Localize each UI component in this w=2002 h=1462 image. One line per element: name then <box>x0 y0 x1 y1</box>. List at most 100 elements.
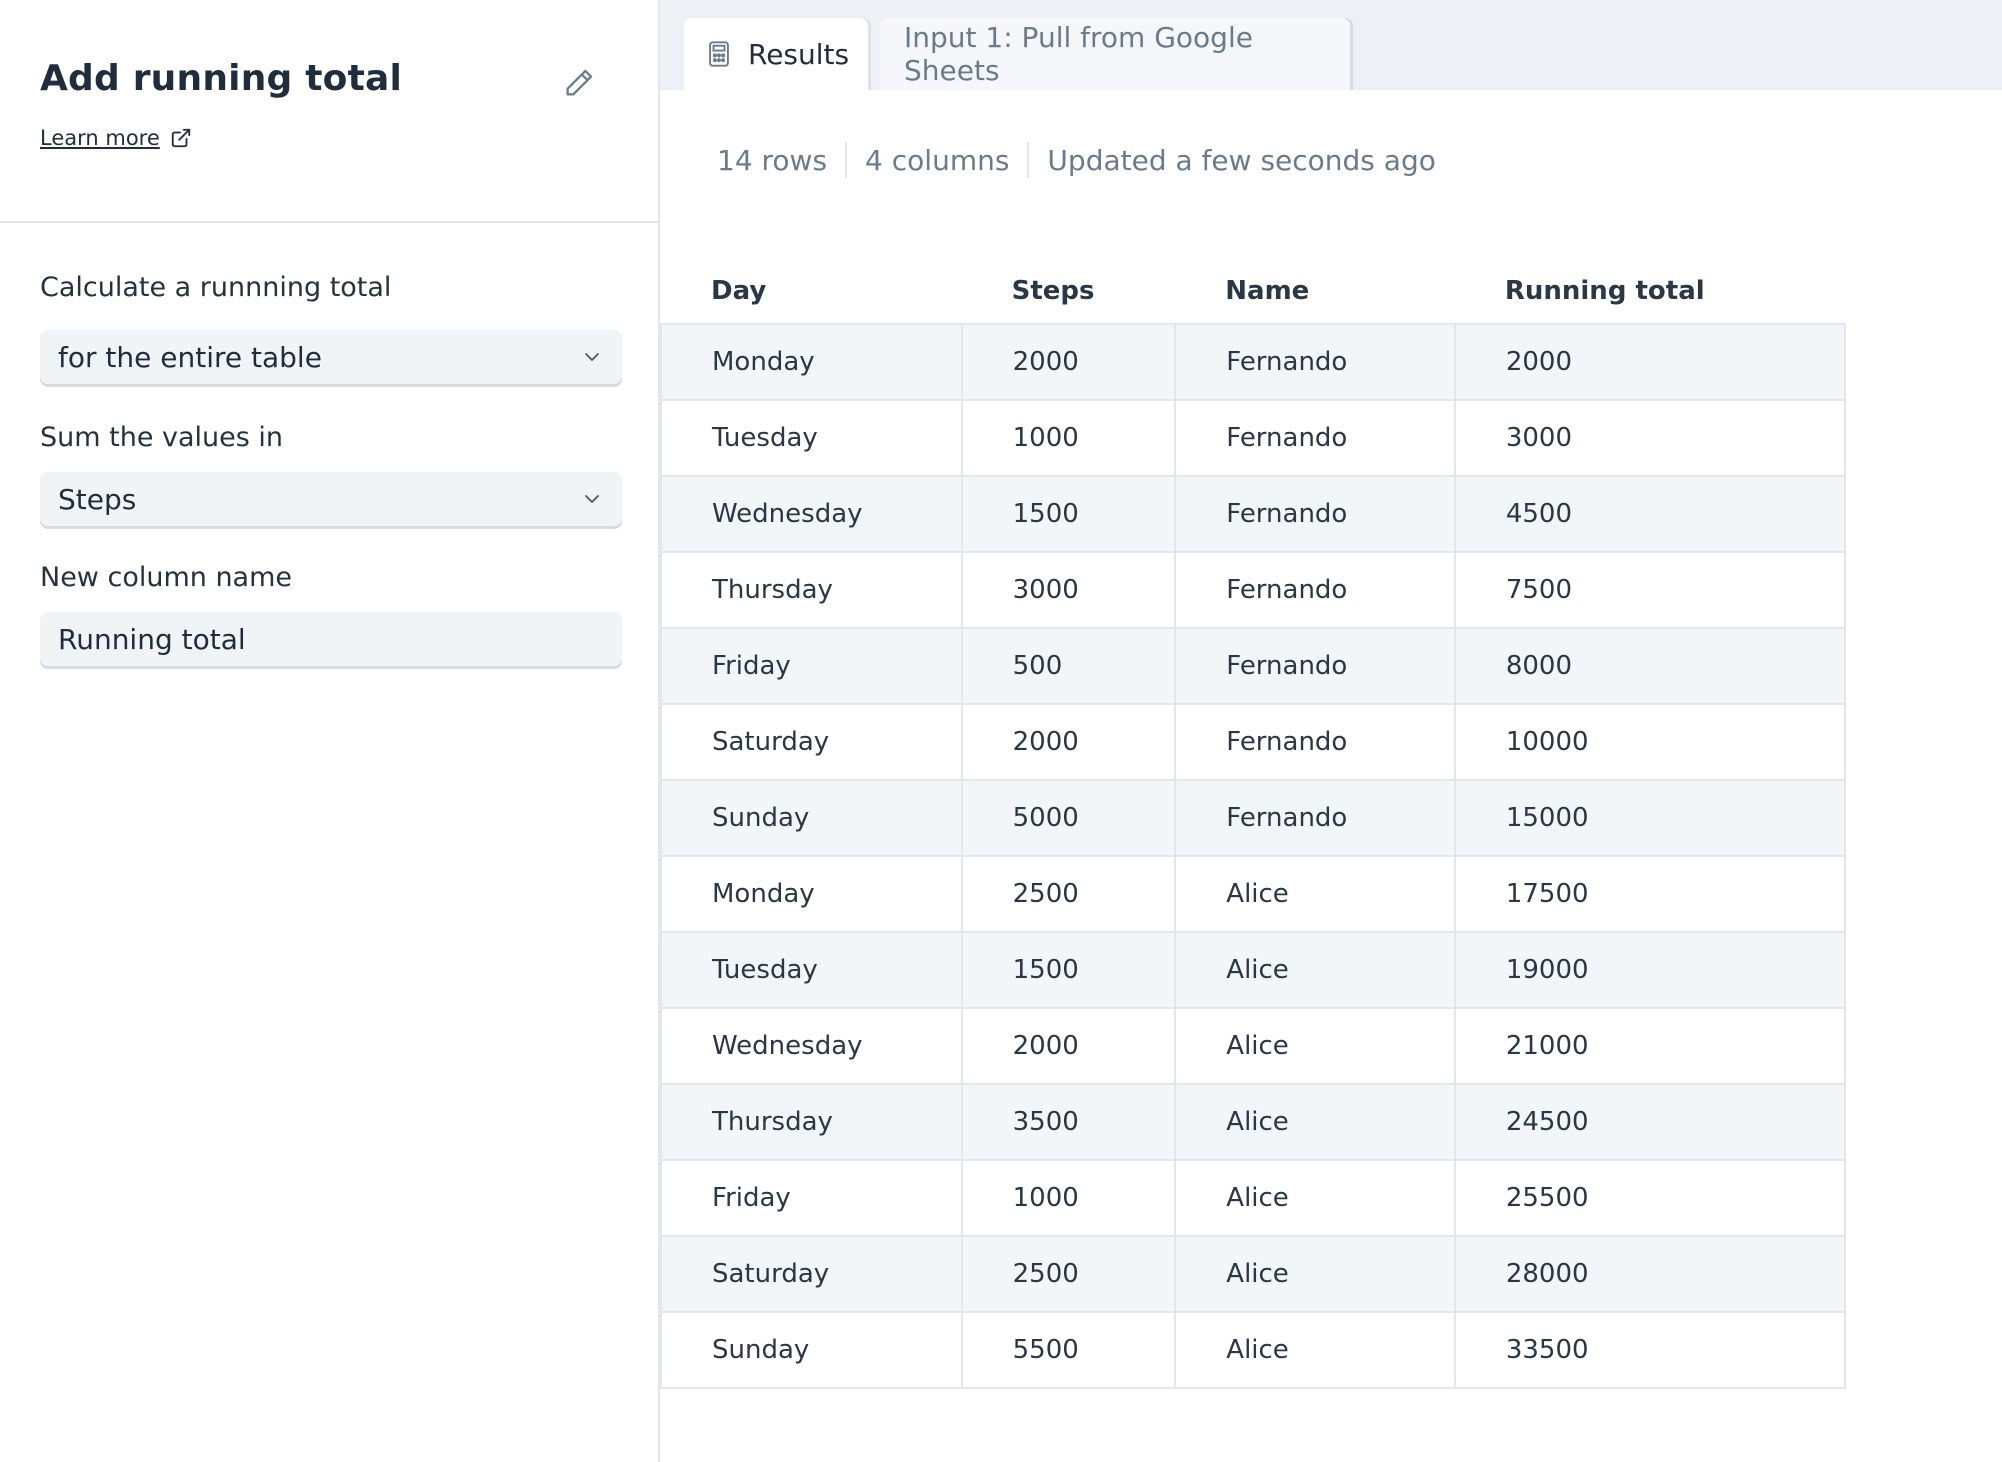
cell-steps[interactable]: 1500 <box>961 932 1177 1009</box>
updated-timestamp: Updated a few seconds ago <box>1047 143 1436 177</box>
step-config-panel: Add running total Learn more Calculate a… <box>0 0 660 1462</box>
cell-day[interactable]: Friday <box>660 1160 963 1237</box>
cell-day[interactable]: Wednesday <box>660 1008 963 1085</box>
cell-running-total[interactable]: 7500 <box>1454 552 1847 629</box>
cell-steps[interactable]: 5000 <box>961 780 1177 857</box>
calc-scope-select[interactable]: for the entire table <box>40 330 622 384</box>
cell-name[interactable]: Fernando <box>1175 476 1456 553</box>
cell-running-total[interactable]: 4500 <box>1454 476 1847 553</box>
cell-day[interactable]: Monday <box>660 856 963 933</box>
tab-input-1[interactable]: Input 1: Pull from Google Sheets <box>880 18 1350 90</box>
cell-day[interactable]: Saturday <box>660 704 963 781</box>
tab-input-1-label: Input 1: Pull from Google Sheets <box>904 21 1253 87</box>
cell-steps[interactable]: 500 <box>961 628 1177 705</box>
cell-name[interactable]: Alice <box>1175 1084 1456 1161</box>
cell-name[interactable]: Alice <box>1175 1160 1456 1237</box>
table-row: Tuesday 1500 Alice 19000 <box>660 932 1847 1009</box>
cell-day[interactable]: Thursday <box>660 552 963 629</box>
cell-steps[interactable]: 2000 <box>961 704 1177 781</box>
cell-steps[interactable]: 2000 <box>961 1008 1177 1085</box>
table-row: Friday 1000 Alice 25500 <box>660 1160 1847 1237</box>
cell-name[interactable]: Fernando <box>1175 628 1456 705</box>
new-column-name-input[interactable]: Running total <box>40 612 622 666</box>
cell-steps[interactable]: 2500 <box>961 1236 1177 1313</box>
cell-running-total[interactable]: 10000 <box>1454 704 1847 781</box>
calculator-icon <box>709 41 729 67</box>
status-divider <box>845 142 848 178</box>
results-area: Results Input 1: Pull from Google Sheets… <box>660 0 2002 1462</box>
cell-running-total[interactable]: 3000 <box>1454 400 1847 477</box>
cell-day[interactable]: Thursday <box>660 1084 963 1161</box>
cell-running-total[interactable]: 17500 <box>1454 856 1847 933</box>
cell-day[interactable]: Tuesday <box>660 400 963 477</box>
cell-steps[interactable]: 1500 <box>961 476 1177 553</box>
tab-results-label: Results <box>748 37 850 71</box>
calc-scope-value: for the entire table <box>58 340 322 374</box>
cell-steps[interactable]: 1000 <box>961 1160 1177 1237</box>
cell-day[interactable]: Tuesday <box>660 932 963 1009</box>
cell-day[interactable]: Sunday <box>660 780 963 857</box>
cell-day[interactable]: Saturday <box>660 1236 963 1313</box>
sum-column-value: Steps <box>58 482 137 516</box>
column-header-day[interactable]: Day <box>661 258 962 325</box>
cell-name[interactable]: Fernando <box>1175 780 1456 857</box>
column-count: 4 columns <box>865 143 1010 177</box>
learn-more-label: Learn more <box>40 126 160 150</box>
table-row: Wednesday 1500 Fernando 4500 <box>660 476 1847 553</box>
cell-running-total[interactable]: 25500 <box>1454 1160 1847 1237</box>
tab-results[interactable]: Results <box>684 18 868 90</box>
cell-day[interactable]: Friday <box>660 628 963 705</box>
cell-steps[interactable]: 2000 <box>961 324 1177 401</box>
cell-steps[interactable]: 3000 <box>961 552 1177 629</box>
cell-running-total[interactable]: 2000 <box>1454 324 1847 401</box>
cell-day[interactable]: Monday <box>660 324 963 401</box>
cell-running-total[interactable]: 15000 <box>1454 780 1847 857</box>
row-count: 14 rows <box>717 143 828 177</box>
table-row: Saturday 2000 Fernando 10000 <box>660 704 1847 781</box>
table-row: Wednesday 2000 Alice 21000 <box>660 1008 1847 1085</box>
cell-day[interactable]: Wednesday <box>660 476 963 553</box>
table-row: Sunday 5500 Alice 33500 <box>660 1312 1847 1389</box>
results-table: Day Steps Name Running total Monday 2000 F… <box>660 258 1847 1389</box>
cell-name[interactable]: Fernando <box>1175 324 1456 401</box>
cell-running-total[interactable]: 28000 <box>1454 1236 1847 1313</box>
chevron-down-icon <box>585 353 599 361</box>
cell-day[interactable]: Sunday <box>660 1312 963 1389</box>
cell-name[interactable]: Fernando <box>1175 400 1456 477</box>
table-row: Saturday 2500 Alice 28000 <box>660 1236 1847 1313</box>
table-row: Friday 500 Fernando 8000 <box>660 628 1847 705</box>
column-header-running-total[interactable]: Running total <box>1454 258 1845 325</box>
table-row: Thursday 3500 Alice 24500 <box>660 1084 1847 1161</box>
cell-steps[interactable]: 5500 <box>961 1312 1177 1389</box>
cell-name[interactable]: Alice <box>1175 1312 1456 1389</box>
cell-name[interactable]: Alice <box>1175 856 1456 933</box>
learn-more-link[interactable]: Learn more <box>40 126 192 150</box>
pencil-icon[interactable] <box>562 66 596 100</box>
cell-running-total[interactable]: 19000 <box>1454 932 1847 1009</box>
table-status-bar: 14 rows 4 columns Updated a few seconds … <box>717 140 1436 180</box>
new-column-name-label: New column name <box>40 562 293 593</box>
cell-name[interactable]: Alice <box>1175 1008 1456 1085</box>
cell-name[interactable]: Fernando <box>1175 552 1456 629</box>
cell-running-total[interactable]: 21000 <box>1454 1008 1847 1085</box>
cell-steps[interactable]: 1000 <box>961 400 1177 477</box>
table-row: Monday 2000 Fernando 2000 <box>660 324 1847 401</box>
column-header-steps[interactable]: Steps <box>961 258 1176 325</box>
cell-running-total[interactable]: 24500 <box>1454 1084 1847 1161</box>
step-title: Add running total <box>40 58 403 99</box>
panel-header: Add running total Learn more <box>0 0 658 223</box>
cell-name[interactable]: Alice <box>1175 932 1456 1009</box>
column-header-name[interactable]: Name <box>1175 258 1455 325</box>
cell-name[interactable]: Fernando <box>1175 704 1456 781</box>
status-divider <box>1027 142 1030 178</box>
cell-steps[interactable]: 2500 <box>961 856 1177 933</box>
table-row: Monday 2500 Alice 17500 <box>660 856 1847 933</box>
cell-name[interactable]: Alice <box>1175 1236 1456 1313</box>
tab-bar: Results Input 1: Pull from Google Sheets <box>660 0 2002 90</box>
table-body: Monday 2000 Fernando 2000 Tuesday 1000 Fernand… <box>660 324 1847 1389</box>
cell-running-total[interactable]: 33500 <box>1454 1312 1847 1389</box>
cell-steps[interactable]: 3500 <box>961 1084 1177 1161</box>
sum-column-select[interactable]: Steps <box>40 472 622 526</box>
table-row: Thursday 3000 Fernando 7500 <box>660 552 1847 629</box>
cell-running-total[interactable]: 8000 <box>1454 628 1847 705</box>
